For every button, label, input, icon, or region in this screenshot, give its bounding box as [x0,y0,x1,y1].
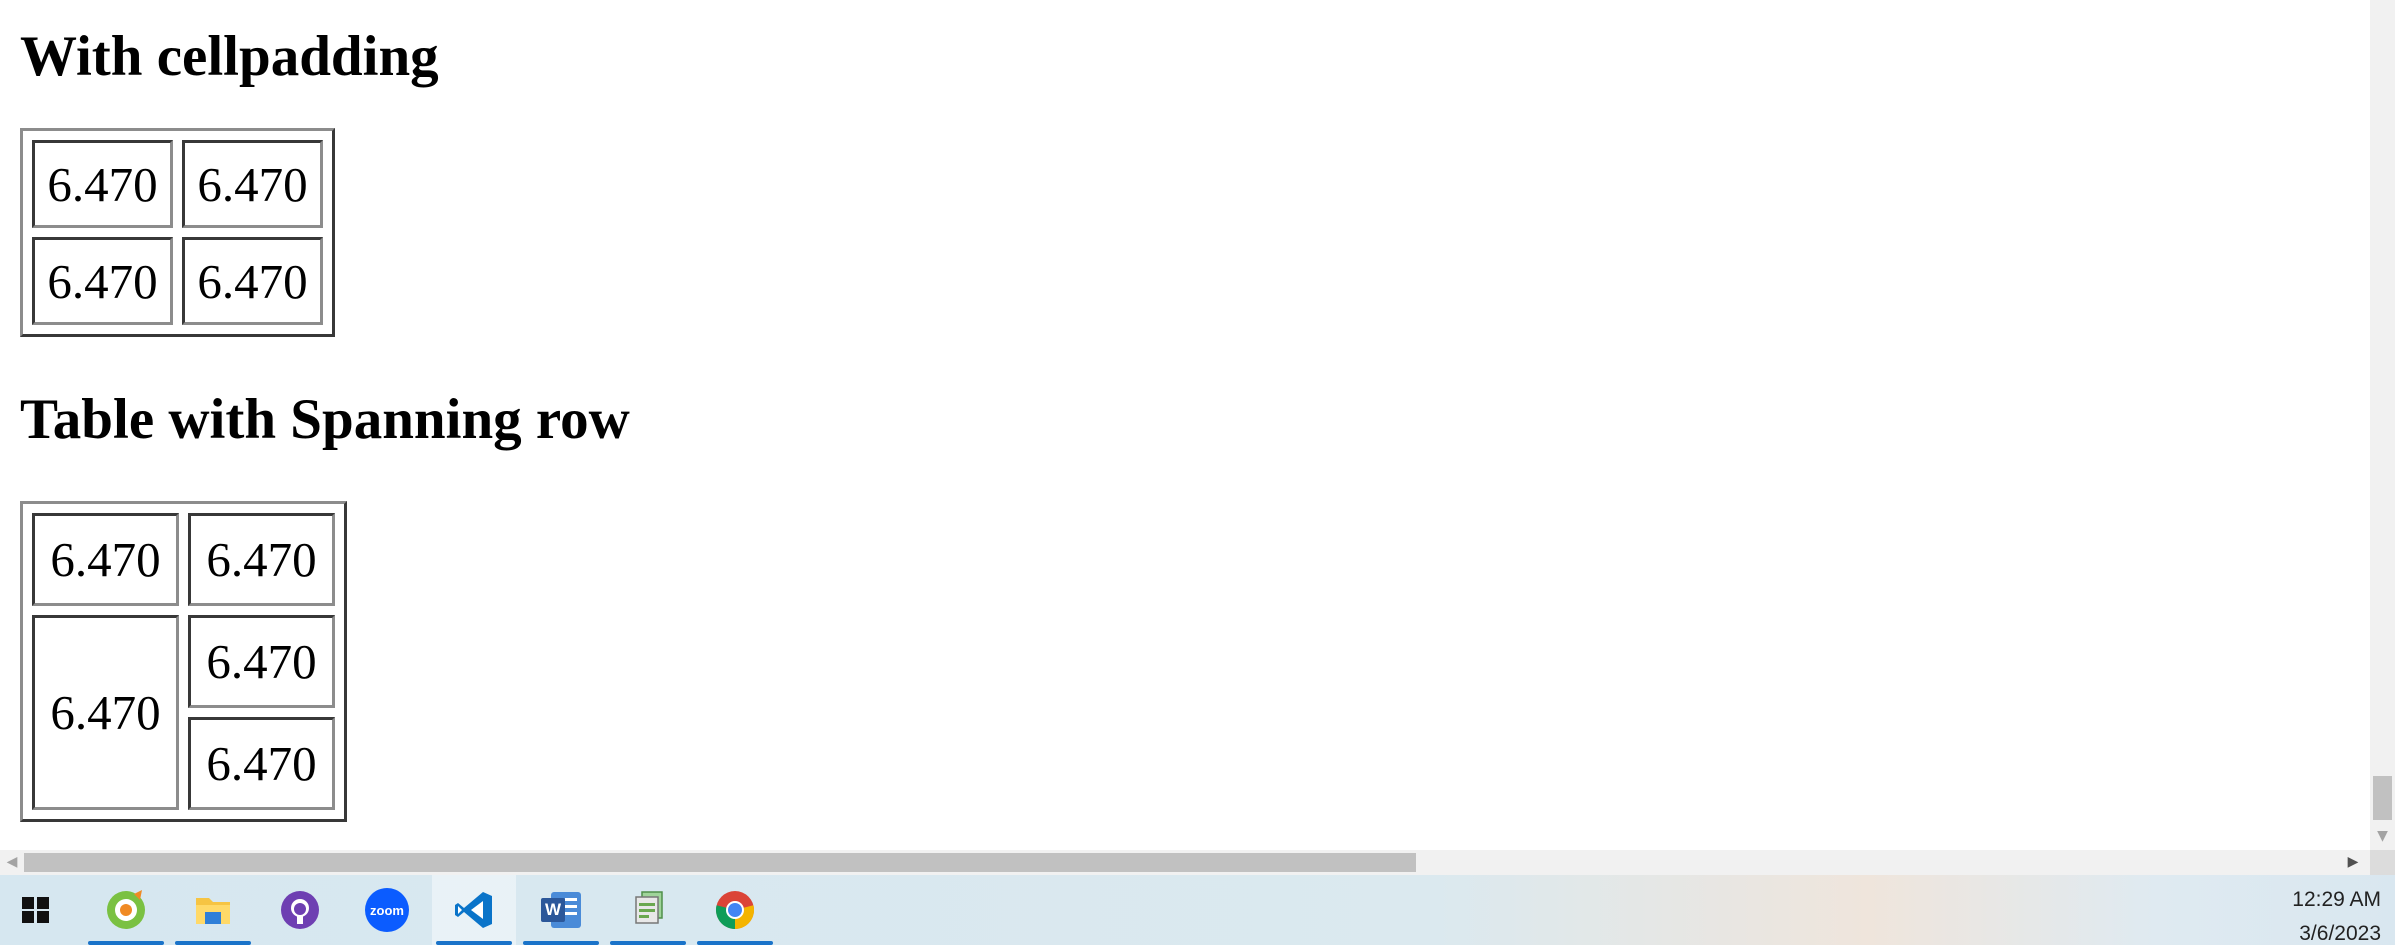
horizontal-scrollbar-thumb[interactable] [24,853,1416,872]
page-viewport: With cellpadding 6.470 6.470 6.470 6.470… [0,0,2370,850]
scroll-down-arrow-icon[interactable]: ▼ [2370,826,2395,846]
table-cell: 6.470 [32,237,173,325]
taskbar-app-zoom[interactable]: zoom [345,875,429,945]
taskbar-app-chrome[interactable] [693,875,777,945]
vscode-icon [455,892,492,928]
vertical-scrollbar-thumb[interactable] [2373,776,2392,820]
taskbar-app-presentation[interactable] [606,875,690,945]
running-indicator [436,941,512,945]
running-indicator [88,941,164,945]
start-menu-icon [22,897,49,923]
word-icon-label: W [544,900,562,919]
qq-browser-icon [107,890,145,929]
taskbar: zoom W 12:29 AM 3/6/2023 [0,875,2395,945]
running-indicator [697,941,773,945]
heading-cellpadding: With cellpadding [20,25,439,88]
table-row: 6.470 6.470 [32,237,323,325]
table-row: 6.470 6.470 [32,615,335,810]
scroll-left-arrow-icon[interactable]: ◀ [2,850,22,875]
table-row: 6.470 6.470 [32,140,323,228]
spanning-cell: 6.470 [32,615,179,810]
running-indicator [175,941,251,945]
scrollbar-corner [2370,850,2395,875]
taskbar-app-word[interactable]: W [519,875,603,945]
table-cell: 6.470 [32,513,179,606]
table-cell: 6.470 [182,237,323,325]
zoom-icon-label: zoom [370,902,404,918]
horizontal-scrollbar[interactable]: ◀ ▶ [0,850,2370,875]
vertical-scrollbar[interactable]: ▼ [2370,0,2395,850]
clock-time: 12:29 AM [2292,888,2381,911]
taskbar-app-vscode[interactable] [432,875,516,945]
zoom-icon: zoom [365,888,409,932]
running-indicator [610,941,686,945]
cellpadding-table: 6.470 6.470 6.470 6.470 [20,128,335,337]
clock-date: 3/6/2023 [2299,922,2381,945]
github-desktop-icon [281,891,319,929]
table-cell: 6.470 [32,140,173,228]
table-cell: 6.470 [188,615,335,708]
table-cell: 6.470 [188,513,335,606]
table-cell: 6.470 [182,140,323,228]
scroll-right-arrow-icon[interactable]: ▶ [2342,850,2364,875]
system-clock[interactable]: 12:29 AM 3/6/2023 [2292,883,2381,951]
word-icon: W [539,890,583,930]
taskbar-app-github-desktop[interactable] [258,875,342,945]
presentation-app-icon [635,891,663,924]
spanning-row-table: 6.470 6.470 6.470 6.470 6.470 [20,501,347,822]
file-explorer-icon [196,898,230,924]
chrome-icon [715,891,755,929]
taskbar-app-file-explorer[interactable] [171,875,255,945]
running-indicator [523,941,599,945]
heading-spanning-row: Table with Spanning row [20,388,630,451]
table-cell: 6.470 [188,717,335,810]
taskbar-app-qq-browser[interactable] [84,875,168,945]
table-row: 6.470 6.470 [32,513,335,606]
start-button[interactable] [0,875,72,945]
